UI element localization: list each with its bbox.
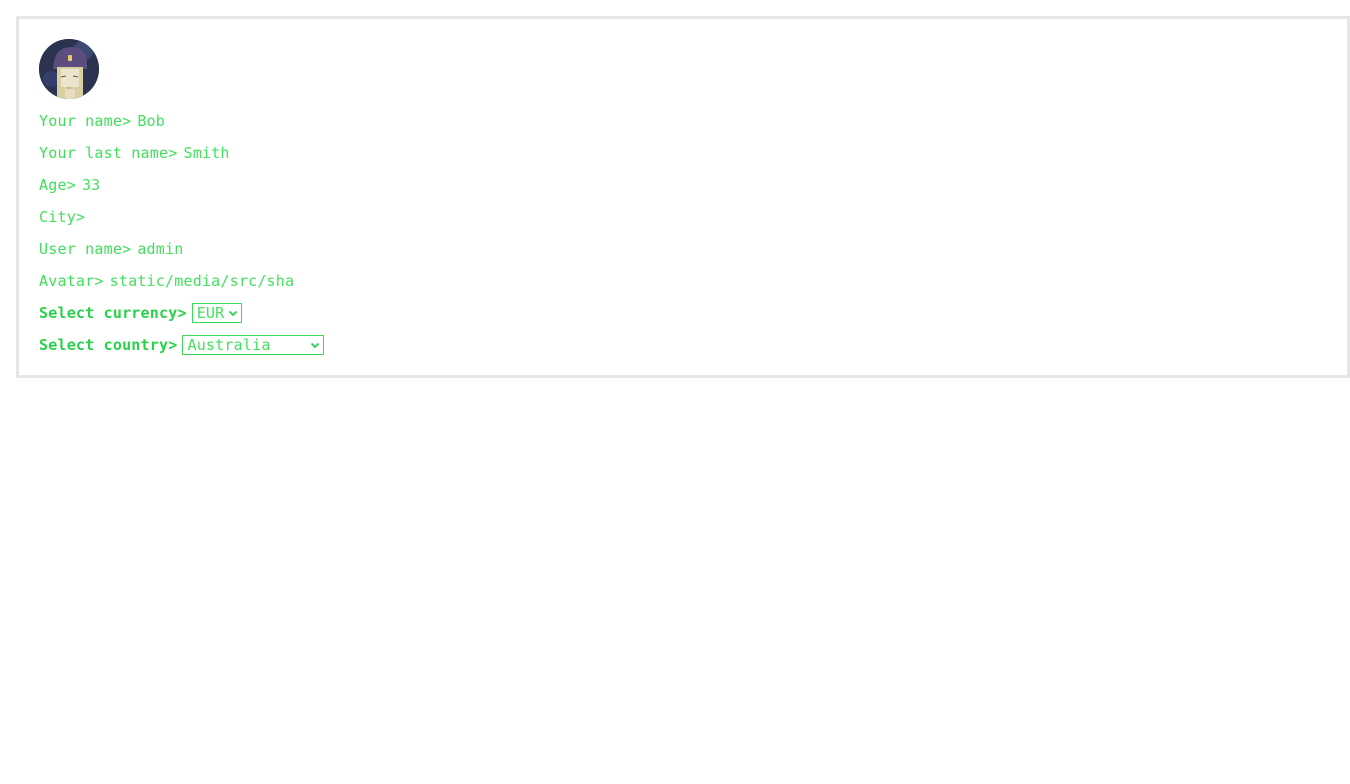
avatar[interactable] bbox=[39, 39, 99, 99]
country-selected-value: Australia bbox=[187, 336, 271, 354]
last-name-field[interactable]: Smith bbox=[183, 144, 229, 162]
username-label: User name> bbox=[39, 240, 132, 258]
city-row: City> bbox=[39, 206, 91, 228]
country-select[interactable]: Australia bbox=[182, 335, 325, 355]
country-row: Select country> Australia bbox=[39, 334, 325, 356]
chevron-down-icon bbox=[228, 308, 238, 318]
age-label: Age> bbox=[39, 176, 76, 194]
avatar-image bbox=[39, 39, 99, 99]
avatar-path-field[interactable]: static/media/src/sha bbox=[110, 272, 314, 290]
city-label: City> bbox=[39, 208, 86, 226]
first-name-row: Your name> Bob bbox=[39, 110, 165, 132]
currency-select[interactable]: EUR bbox=[191, 303, 243, 323]
currency-selected-value: EUR bbox=[196, 304, 225, 322]
avatar-row: Avatar> static/media/src/sha bbox=[39, 270, 314, 292]
currency-label: Select currency> bbox=[39, 304, 187, 322]
country-label: Select country> bbox=[39, 336, 178, 354]
avatar-label: Avatar> bbox=[39, 272, 104, 290]
profile-panel: Your name> Bob Your last name> Smith Age… bbox=[16, 16, 1350, 378]
chevron-down-icon bbox=[310, 340, 320, 350]
currency-row: Select currency> EUR bbox=[39, 302, 243, 324]
age-field[interactable]: 33 bbox=[82, 176, 100, 194]
last-name-label: Your last name> bbox=[39, 144, 178, 162]
age-row: Age> 33 bbox=[39, 174, 100, 196]
username-field[interactable]: admin bbox=[137, 240, 183, 258]
username-row: User name> admin bbox=[39, 238, 183, 260]
first-name-label: Your name> bbox=[39, 112, 132, 130]
first-name-field[interactable]: Bob bbox=[137, 112, 165, 130]
last-name-row: Your last name> Smith bbox=[39, 142, 230, 164]
